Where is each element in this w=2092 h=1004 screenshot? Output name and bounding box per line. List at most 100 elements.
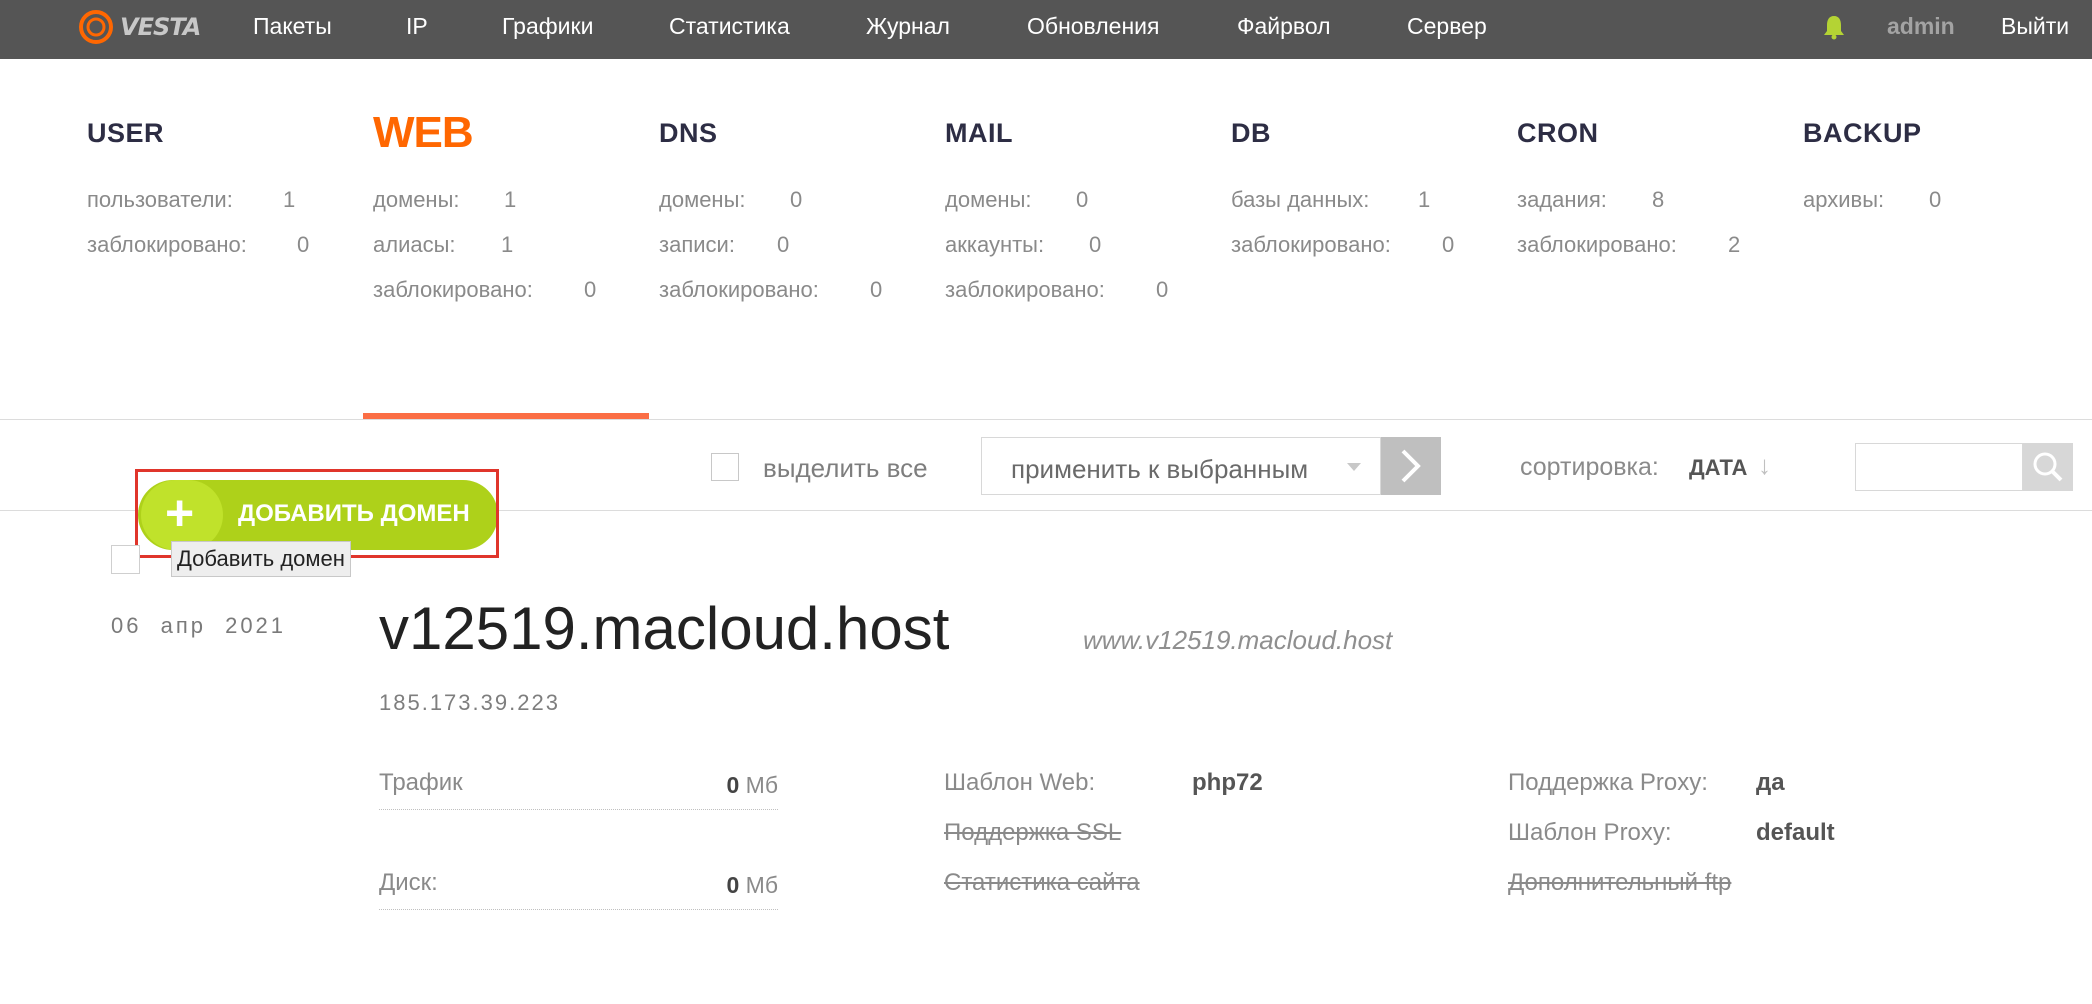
tab-web[interactable]: WEB: [373, 108, 474, 168]
stat-value: 0: [1929, 187, 1942, 212]
proxy-support-value: да: [1756, 769, 1785, 796]
select-all-checkbox[interactable]: [711, 453, 739, 481]
stat-label: записи:: [659, 232, 735, 257]
tab-mail[interactable]: MAIL: [945, 118, 1013, 149]
stat-value: 0: [777, 232, 790, 257]
traffic-metric: Трафик 0 Мб: [379, 769, 778, 810]
stat-label: аккаунты:: [945, 232, 1045, 257]
domain-name[interactable]: v12519.macloud.host: [379, 594, 949, 663]
traffic-label: Трафик: [379, 769, 463, 796]
ssl-support-label: Поддержка SSL: [944, 819, 1122, 846]
tab-db-stats: базы данных: 1 заблокировано: 0: [1231, 187, 1454, 277]
stat-label: заблокировано:: [1517, 232, 1677, 257]
stat-label: домены:: [373, 187, 460, 212]
disk-number: 0: [726, 872, 740, 898]
tab-db-title: DB: [1231, 118, 1271, 148]
nav-packages[interactable]: Пакеты: [253, 13, 332, 40]
tab-user-title: USER: [87, 118, 165, 148]
tab-dns[interactable]: DNS: [659, 118, 718, 149]
stat-label: домены:: [659, 187, 746, 212]
bulk-action-label: применить к выбранным: [1011, 454, 1309, 484]
tab-cron-stats: задания: 8 заблокировано: 2: [1517, 187, 1740, 277]
logout-link[interactable]: Выйти: [2001, 13, 2069, 40]
nav-ip[interactable]: IP: [406, 13, 428, 40]
tab-cron[interactable]: CRON: [1517, 118, 1599, 149]
stat-value: 0: [1156, 277, 1169, 302]
tab-backup[interactable]: BACKUP: [1803, 118, 1922, 149]
nav-log[interactable]: Журнал: [866, 13, 950, 40]
vesta-logo[interactable]: VESTA: [78, 7, 201, 47]
apply-button[interactable]: [1381, 437, 1441, 495]
top-navbar: VESTA Пакеты IP Графики Статистика Журна…: [0, 0, 2092, 59]
nav-statistics[interactable]: Статистика: [669, 13, 790, 40]
disk-value: 0 Мб: [726, 872, 778, 899]
stat-value: 1: [283, 187, 296, 212]
stat-value: 0: [1076, 187, 1089, 212]
stat-value: 0: [790, 187, 803, 212]
sort-label: сортировка:: [1520, 453, 1659, 481]
tab-backup-stats: архивы: 0: [1803, 187, 1941, 232]
stat-value: 0: [870, 277, 883, 302]
notifications-bell-icon[interactable]: [1823, 14, 1845, 45]
nav-graphs[interactable]: Графики: [502, 13, 593, 40]
vesta-logo-icon: [79, 10, 113, 44]
proxy-template-label: Шаблон Proxy:: [1508, 819, 1672, 846]
stat-value: 1: [501, 232, 514, 257]
sort-value[interactable]: ДАТА: [1689, 455, 1747, 481]
proxy-support-label: Поддержка Proxy:: [1508, 769, 1708, 796]
domain-alias: www.v12519.macloud.host: [1083, 625, 1393, 655]
traffic-unit: Мб: [745, 772, 778, 798]
stat-value: 0: [1089, 232, 1102, 257]
stat-label: заблокировано:: [1231, 232, 1391, 257]
nav-firewall[interactable]: Файрвол: [1237, 13, 1331, 40]
stat-label: заблокировано:: [87, 232, 247, 257]
domain-ip: 185.173.39.223: [379, 690, 560, 715]
stat-label: заблокировано:: [945, 277, 1105, 302]
nav-server[interactable]: Сервер: [1407, 13, 1487, 40]
select-all-label[interactable]: выделить все: [763, 453, 928, 484]
search-button[interactable]: [2023, 443, 2073, 491]
stat-label: базы данных:: [1231, 187, 1370, 212]
stat-value: 8: [1652, 187, 1665, 212]
stat-value: 0: [297, 232, 310, 257]
stat-label: домены:: [945, 187, 1032, 212]
tab-user[interactable]: USER: [87, 118, 164, 149]
tab-dns-title: DNS: [659, 118, 718, 148]
stat-value: 0: [1442, 232, 1455, 257]
disk-label: Диск:: [379, 869, 438, 896]
tab-user-stats: пользователи: 1 заблокировано: 0: [87, 187, 309, 277]
domain-date: 06 апр 2021: [111, 613, 287, 638]
disk-unit: Мб: [745, 872, 778, 898]
stat-value: 2: [1728, 232, 1741, 257]
tooltip: Добавить домен: [171, 541, 351, 577]
site-stats-label: Статистика сайта: [944, 869, 1140, 896]
search-icon: [2033, 452, 2063, 482]
tab-db[interactable]: DB: [1231, 118, 1271, 149]
tab-cron-title: CRON: [1517, 118, 1599, 148]
stat-label: алиасы:: [373, 232, 456, 257]
sort-direction-arrow-icon[interactable]: ↓: [1758, 450, 1771, 481]
chevron-right-icon: [1401, 449, 1421, 483]
traffic-value: 0 Мб: [726, 772, 778, 799]
divider: [0, 419, 2092, 420]
extra-ftp-label: Дополнительный ftp: [1508, 869, 1732, 896]
stat-value: 1: [1418, 187, 1431, 212]
traffic-number: 0: [726, 772, 740, 798]
stat-label: заблокировано:: [373, 277, 533, 302]
stat-label: архивы:: [1803, 187, 1885, 212]
tab-web-title: WEB: [373, 108, 474, 157]
chevron-down-icon: [1347, 463, 1361, 471]
bulk-action-select[interactable]: применить к выбранным: [981, 437, 1381, 495]
tab-web-stats: домены: 1 алиасы: 1 заблокировано: 0: [373, 187, 596, 322]
disk-metric: Диск: 0 Мб: [379, 869, 778, 910]
tab-dns-stats: домены: 0 записи: 0 заблокировано: 0: [659, 187, 882, 322]
nav-updates[interactable]: Обновления: [1027, 13, 1159, 40]
tab-mail-stats: домены: 0 аккаунты: 0 заблокировано: 0: [945, 187, 1168, 322]
row-checkbox[interactable]: [111, 545, 140, 574]
user-link[interactable]: admin: [1887, 13, 1955, 40]
web-template-value: php72: [1192, 769, 1263, 796]
proxy-template-value: default: [1756, 819, 1835, 846]
logo-text: VESTA: [120, 13, 201, 41]
stat-value: 1: [504, 187, 517, 212]
search-input[interactable]: [1855, 443, 2023, 491]
